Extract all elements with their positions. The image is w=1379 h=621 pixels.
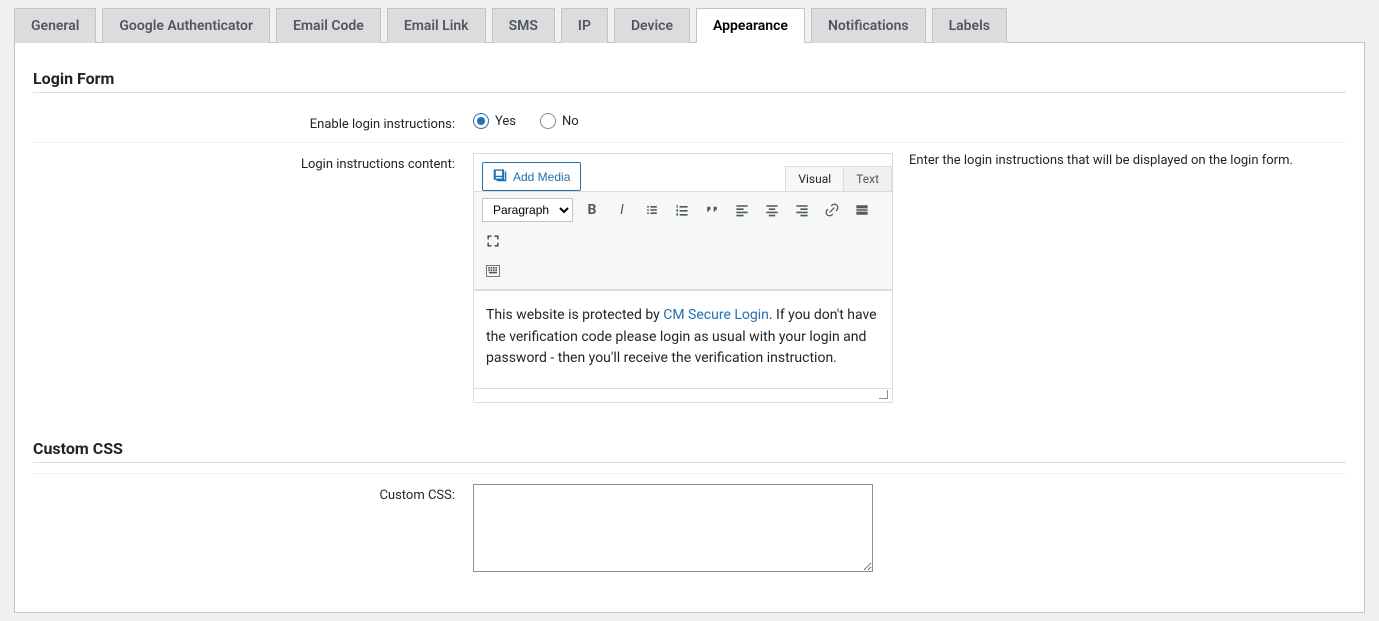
tab-appearance[interactable]: Appearance	[696, 8, 805, 43]
tab-email-code[interactable]: Email Code	[276, 8, 381, 43]
login-instructions-description: Enter the login instructions that will b…	[909, 153, 1293, 168]
radio-yes-circle	[473, 113, 489, 129]
add-media-label: Add Media	[513, 170, 570, 184]
settings-tabs: GeneralGoogle AuthenticatorEmail CodeEma…	[14, 8, 1365, 43]
link-icon[interactable]	[821, 199, 843, 221]
editor-mode-tabs: Visual Text	[786, 166, 892, 191]
numbered-list-icon[interactable]	[671, 199, 693, 221]
tab-notifications[interactable]: Notifications	[811, 8, 926, 43]
editor-tab-visual[interactable]: Visual	[785, 166, 844, 191]
tab-ip[interactable]: IP	[561, 8, 608, 43]
tab-device[interactable]: Device	[614, 8, 690, 43]
tab-labels[interactable]: Labels	[932, 8, 1007, 43]
radio-yes[interactable]: Yes	[473, 113, 516, 129]
enable-login-instructions-radios: Yes No	[473, 113, 579, 129]
editor-link-cm-secure-login[interactable]: CM Secure Login	[663, 307, 769, 323]
read-more-icon[interactable]	[851, 199, 873, 221]
align-center-icon[interactable]	[761, 199, 783, 221]
toolbar-toggle-icon[interactable]	[482, 260, 504, 282]
align-right-icon[interactable]	[791, 199, 813, 221]
format-select[interactable]: Paragraph	[482, 198, 573, 222]
bold-icon[interactable]: B	[581, 199, 603, 221]
tab-email-link[interactable]: Email Link	[387, 8, 486, 43]
blockquote-icon[interactable]	[701, 199, 723, 221]
row-enable-login-instructions: Enable login instructions: Yes No	[33, 103, 1346, 142]
editor-resize-handle[interactable]	[474, 388, 892, 402]
fullscreen-icon[interactable]	[482, 230, 504, 252]
login-form-heading: Login Form	[33, 69, 1346, 93]
wysiwyg-editor: Add Media Visual Text Paragraph B I	[473, 153, 893, 403]
add-media-button[interactable]: Add Media	[482, 162, 581, 191]
media-icon	[493, 168, 507, 185]
tab-google-authenticator[interactable]: Google Authenticator	[102, 8, 270, 43]
radio-no-circle	[540, 113, 556, 129]
editor-text-before: This website is protected by	[486, 307, 663, 323]
custom-css-textarea[interactable]	[473, 484, 873, 572]
custom-css-heading: Custom CSS	[33, 439, 1346, 463]
editor-toolbar: Paragraph B I	[474, 191, 892, 290]
row-custom-css: Custom CSS:	[33, 473, 1346, 582]
radio-yes-label: Yes	[495, 114, 516, 129]
login-instructions-content-label: Login instructions content:	[33, 153, 473, 172]
editor-content-area[interactable]: This website is protected by CM Secure L…	[474, 290, 892, 388]
radio-no[interactable]: No	[540, 113, 579, 129]
tab-general[interactable]: General	[14, 8, 96, 43]
enable-login-instructions-label: Enable login instructions:	[33, 113, 473, 132]
custom-css-label: Custom CSS:	[33, 484, 473, 503]
italic-icon[interactable]: I	[611, 199, 633, 221]
bullet-list-icon[interactable]	[641, 199, 663, 221]
row-login-instructions-content: Login instructions content: Add Media Vi…	[33, 142, 1346, 413]
radio-no-label: No	[562, 114, 579, 129]
tab-sms[interactable]: SMS	[492, 8, 555, 43]
settings-panel: Login Form Enable login instructions: Ye…	[14, 42, 1365, 613]
align-left-icon[interactable]	[731, 199, 753, 221]
editor-tab-text[interactable]: Text	[843, 166, 892, 191]
